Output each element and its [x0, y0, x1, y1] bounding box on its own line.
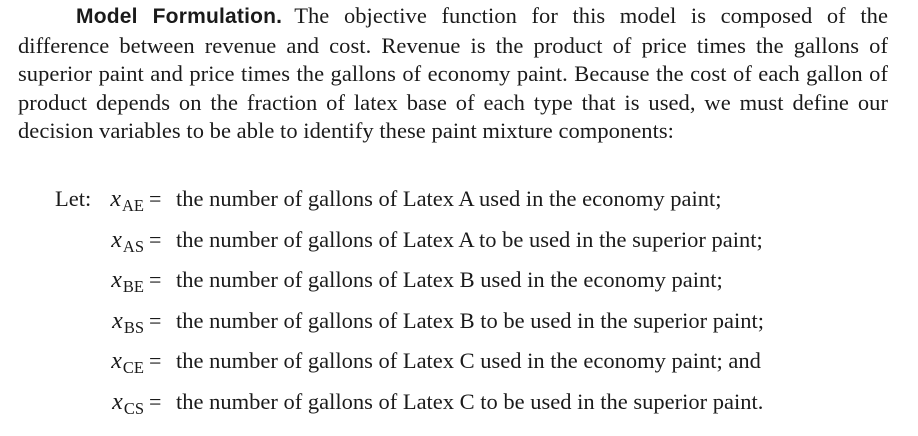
document-page: Model Formulation. The objective function… — [0, 0, 918, 436]
equals-sign: = — [149, 348, 162, 373]
variable-symbol: xAS — [111, 226, 144, 256]
let-label: Let: — [55, 186, 92, 211]
variable-symbol: xBS — [112, 307, 144, 337]
variable-symbol: xBE — [111, 267, 144, 296]
definition-row-xbs: xBS = the number of gallons of Latex B t… — [0, 304, 918, 338]
variable-description: the number of gallons of Latex C to be u… — [176, 388, 764, 414]
model-formulation-paragraph: Model Formulation. The objective function… — [18, 2, 888, 146]
variable-description: the number of gallons of Latex B used in… — [176, 267, 723, 292]
definition-row-xas: xAS = the number of gallons of Latex A t… — [0, 223, 918, 257]
variable-symbol: xCE — [111, 348, 144, 377]
equals-sign: = — [149, 186, 162, 211]
equals-sign: = — [149, 267, 162, 292]
equals-sign: = — [149, 388, 162, 414]
equals-sign: = — [149, 307, 162, 333]
variable-description: the number of gallons of Latex B to be u… — [176, 307, 764, 333]
definition-row-xcs: xCS = the number of gallons of Latex C t… — [0, 385, 918, 419]
definition-row-xbe: xBE = the number of gallons of Latex B u… — [0, 263, 918, 297]
definition-row-xce: xCE = the number of gallons of Latex C u… — [0, 344, 918, 378]
definition-row-xae: Let: xAE = the number of gallons of Late… — [0, 182, 918, 216]
variable-description: the number of gallons of Latex A to be u… — [176, 226, 763, 252]
variable-symbol: xCS — [112, 388, 144, 418]
variable-symbol: xAE — [110, 186, 144, 215]
equals-sign: = — [149, 226, 162, 252]
variable-description: the number of gallons of Latex A used in… — [176, 186, 722, 211]
run-in-heading: Model Formulation. — [76, 5, 283, 28]
variable-description: the number of gallons of Latex C used in… — [176, 348, 761, 373]
